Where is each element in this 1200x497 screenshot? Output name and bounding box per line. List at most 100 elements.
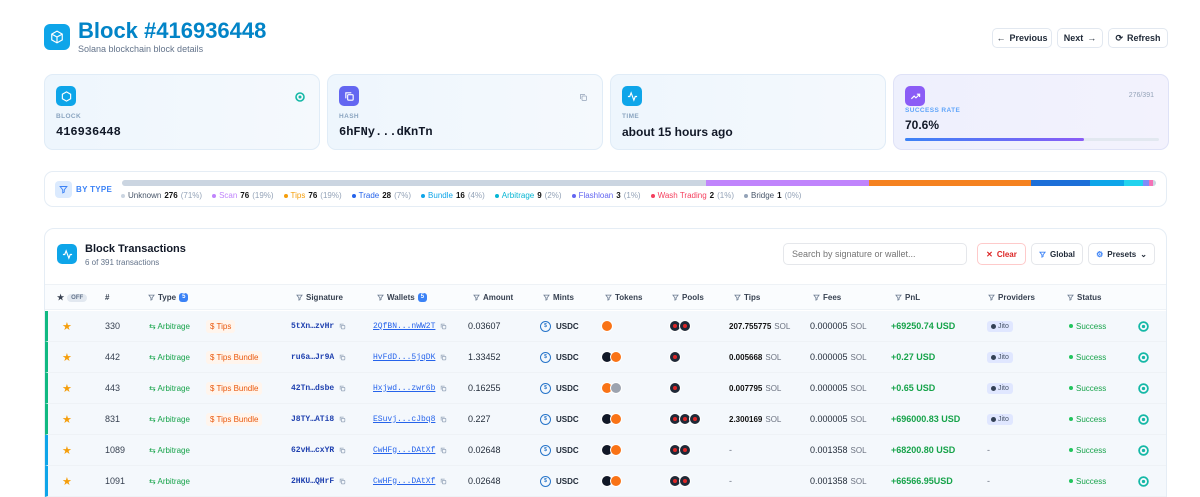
- status-badge: Success: [1069, 353, 1106, 362]
- copy-icon[interactable]: [339, 447, 346, 454]
- pool-icon: [679, 475, 691, 487]
- copy-icon[interactable]: [440, 323, 447, 330]
- star-icon[interactable]: ★: [62, 320, 72, 333]
- favorites-toggle[interactable]: ★ OFF: [57, 293, 88, 302]
- panel-subtitle: 6 of 391 transactions: [85, 258, 160, 267]
- copy-icon[interactable]: [339, 323, 346, 330]
- fee-value: 0.001358: [810, 476, 848, 486]
- col-status[interactable]: Status: [1067, 293, 1101, 302]
- type-legend-item[interactable]: Trade 28 (7%): [351, 191, 411, 200]
- signature-link[interactable]: 2HKU…QHrF: [291, 477, 334, 486]
- table-row[interactable]: ★ 443 ⇆ Arbitrage $ Tips Bundle 42Tn…dsb…: [45, 373, 1166, 404]
- explorer-link-icon[interactable]: [1138, 413, 1149, 425]
- explorer-link-icon[interactable]: [1138, 444, 1149, 456]
- next-button[interactable]: Next →: [1057, 28, 1103, 48]
- signature-link[interactable]: 42Tn…dsbe: [291, 384, 334, 393]
- type-bar-segment: [868, 180, 1031, 186]
- star-icon[interactable]: ★: [62, 382, 72, 395]
- copy-icon[interactable]: [440, 416, 447, 423]
- col-tips[interactable]: Tips: [734, 293, 760, 302]
- copy-icon[interactable]: [579, 89, 588, 107]
- previous-button[interactable]: ← Previous: [992, 28, 1052, 48]
- copy-icon[interactable]: [339, 385, 346, 392]
- col-fees[interactable]: Fees: [813, 293, 841, 302]
- col-mints[interactable]: Mints: [543, 293, 574, 302]
- col-pools[interactable]: Pools: [672, 293, 704, 302]
- col-pnl[interactable]: PnL: [895, 293, 920, 302]
- type-legend-item[interactable]: Scan 76 (19%): [212, 191, 274, 200]
- explorer-link-icon[interactable]: [1138, 475, 1149, 487]
- type-legend-item[interactable]: Flashloan 3 (1%): [571, 191, 641, 200]
- refresh-button[interactable]: ⟳ Refresh: [1108, 28, 1168, 48]
- col-signature[interactable]: Signature: [296, 293, 343, 302]
- clear-button[interactable]: ✕ Clear: [977, 243, 1026, 265]
- pool-icons: [669, 435, 691, 465]
- type-legend-item[interactable]: Bridge 1 (0%): [744, 191, 801, 200]
- transactions-panel: Block Transactions 6 of 391 transactions…: [44, 228, 1167, 497]
- col-wallets[interactable]: Wallets 5: [377, 293, 428, 302]
- col-type[interactable]: Type 5: [148, 293, 189, 302]
- col-tokens[interactable]: Tokens: [605, 293, 642, 302]
- type-legend-item[interactable]: Arbitrage 9 (2%): [494, 191, 562, 200]
- amount-value: 0.02648: [468, 476, 501, 486]
- arrow-right-icon: →: [1087, 33, 1097, 43]
- copy-icon[interactable]: [339, 416, 346, 423]
- hash-card: HASH 6hFNy...dKnTn: [327, 74, 603, 150]
- col-providers[interactable]: Providers: [988, 293, 1035, 302]
- table-row[interactable]: ★ 831 ⇆ Arbitrage $ Tips Bundle J8TY…ATi…: [45, 404, 1166, 435]
- signature-link[interactable]: J8TY…ATi8: [291, 415, 334, 424]
- filter-icon: [672, 294, 679, 301]
- wallet-link[interactable]: HvFdD...5jqDK: [373, 353, 435, 362]
- star-icon[interactable]: ★: [62, 351, 72, 364]
- wallet-link[interactable]: CwHFg...DAtXf: [373, 446, 435, 455]
- wallet-link[interactable]: Hxjwd...zwr6b: [373, 384, 435, 393]
- explorer-link-icon[interactable]: [295, 89, 305, 107]
- copy-icon[interactable]: [339, 478, 346, 485]
- copy-icon[interactable]: [440, 478, 447, 485]
- table-row[interactable]: ★ 1089 ⇆ Arbitrage 62vH…cxYR CwHFg...DAt…: [45, 435, 1166, 466]
- table-row[interactable]: ★ 442 ⇆ Arbitrage $ Tips Bundle ru6a…Jr9…: [45, 342, 1166, 373]
- filter-icon: [377, 294, 384, 301]
- by-type-label: BY TYPE: [76, 185, 113, 194]
- wallet-link[interactable]: 2QfBN...nWW2T: [373, 322, 435, 331]
- status-badge: Success: [1069, 415, 1106, 424]
- filter-icon: [734, 294, 741, 301]
- type-arbitrage: ⇆ Arbitrage: [149, 445, 190, 455]
- legend-dot: [283, 193, 288, 198]
- status-badge: Success: [1069, 446, 1106, 455]
- usdc-icon: $: [540, 351, 551, 363]
- col-number: #: [105, 293, 110, 302]
- copy-icon[interactable]: [440, 447, 447, 454]
- wallet-link[interactable]: CwHFg...DAtXf: [373, 477, 435, 486]
- legend-dot: [744, 193, 748, 198]
- type-legend-item[interactable]: Bundle 16 (4%): [421, 191, 485, 200]
- legend-dot: [494, 193, 499, 198]
- star-icon[interactable]: ★: [62, 475, 72, 488]
- table-row[interactable]: ★ 1091 ⇆ Arbitrage 2HKU…QHrF CwHFg...DAt…: [45, 466, 1166, 497]
- table-row[interactable]: ★ 330 ⇆ Arbitrage $ Tips 5tXn…zvHr 2QfBN…: [45, 311, 1166, 342]
- star-icon[interactable]: ★: [62, 413, 72, 426]
- explorer-link-icon[interactable]: [1138, 351, 1149, 363]
- copy-icon[interactable]: [440, 354, 447, 361]
- filter-icon: [988, 294, 995, 301]
- explorer-link-icon[interactable]: [1138, 382, 1149, 394]
- type-legend-item[interactable]: Unknown 276 (71%): [121, 191, 202, 200]
- star-icon[interactable]: ★: [62, 444, 72, 457]
- wallet-link[interactable]: ESuvj...cJbq8: [373, 415, 435, 424]
- token-icons: [601, 342, 622, 372]
- signature-link[interactable]: ru6a…Jr9A: [291, 353, 334, 362]
- presets-button[interactable]: ⚙ Presets ⌄: [1088, 243, 1155, 265]
- explorer-link-icon[interactable]: [1138, 320, 1149, 332]
- copy-icon[interactable]: [440, 385, 447, 392]
- signature-link[interactable]: 5tXn…zvHr: [291, 322, 334, 331]
- copy-icon[interactable]: [339, 354, 346, 361]
- signature-link[interactable]: 62vH…cxYR: [291, 446, 334, 455]
- global-filter-button[interactable]: Global: [1031, 243, 1083, 265]
- type-legend-item[interactable]: Tips 76 (19%): [283, 191, 342, 200]
- type-legend-item[interactable]: Wash Trading 2 (1%): [650, 191, 734, 200]
- token-icon: [610, 413, 622, 425]
- col-amount[interactable]: Amount: [473, 293, 513, 302]
- search-input[interactable]: [783, 243, 967, 265]
- legend-dot: [121, 193, 125, 198]
- pnl-value: +68200.80 USD: [891, 445, 956, 455]
